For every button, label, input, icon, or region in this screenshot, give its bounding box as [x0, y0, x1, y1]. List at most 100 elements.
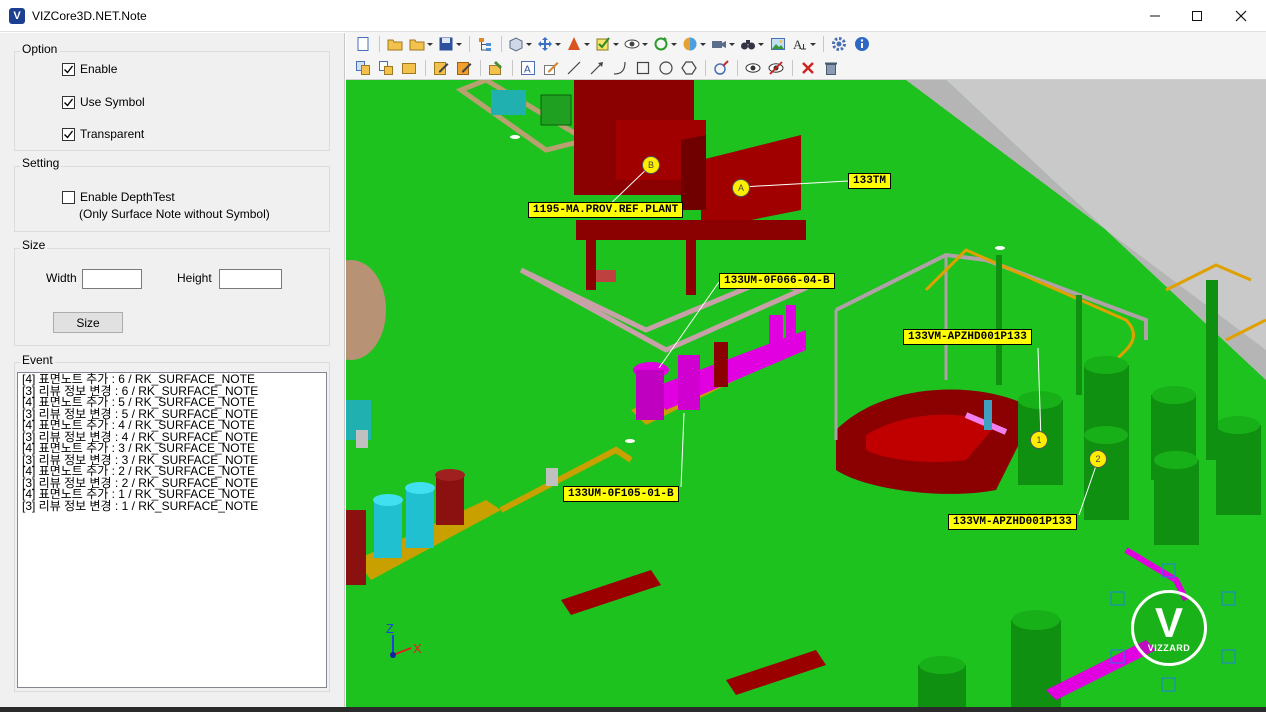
enable-checkbox-row[interactable]: Enable	[62, 62, 117, 76]
toolbar: A A	[346, 32, 1266, 80]
depth-test-checkbox[interactable]	[62, 190, 75, 204]
height-input[interactable]	[219, 269, 282, 289]
box-select-icon	[509, 37, 532, 52]
text-note-button[interactable]: A	[517, 58, 539, 78]
rotate-button[interactable]	[651, 34, 679, 54]
note-symbol-marker[interactable]: 2	[1089, 450, 1107, 468]
line-button[interactable]	[563, 58, 585, 78]
edit-note-2-button[interactable]	[453, 58, 475, 78]
show-notes-button[interactable]	[742, 58, 764, 78]
surface-note-label[interactable]: 133VM-APZHD001P133	[948, 514, 1077, 530]
use-symbol-checkbox-row[interactable]: Use Symbol	[62, 95, 145, 109]
clear-style-button[interactable]	[710, 58, 732, 78]
3d-viewport[interactable]: 1195-MA.PROV.REF.PLANT 133TM 133UM-0F066…	[346, 80, 1266, 707]
toolbar-row-2: A	[352, 57, 843, 79]
text-tool-icon: A	[793, 37, 816, 52]
copy-button[interactable]	[352, 58, 374, 78]
color-icon	[568, 37, 590, 50]
checkmark-icon	[64, 130, 74, 139]
eye-icon	[624, 39, 648, 49]
box-select-button[interactable]	[506, 34, 534, 54]
toolbar-row-1: A	[352, 33, 874, 55]
app-logo-icon: V	[9, 8, 25, 24]
paste-button[interactable]	[375, 58, 397, 78]
open-dropdown-button[interactable]	[407, 34, 435, 54]
save-icon	[439, 37, 462, 51]
camera-button[interactable]	[709, 34, 737, 54]
move-button[interactable]	[535, 34, 563, 54]
rectangle-button[interactable]	[632, 58, 654, 78]
color-button[interactable]	[564, 34, 592, 54]
binoculars-button[interactable]	[738, 34, 766, 54]
arc-button[interactable]	[609, 58, 631, 78]
title-bar: V VIZCore3D.NET.Note	[0, 0, 1266, 32]
paste-icon	[379, 61, 393, 75]
toolbar-separator	[737, 60, 738, 76]
check-icon	[596, 37, 619, 51]
check-button[interactable]	[593, 34, 621, 54]
checkmark-icon	[64, 65, 74, 74]
transparent-checkbox-row[interactable]: Transparent	[62, 127, 144, 141]
svg-text:A: A	[524, 65, 531, 76]
width-label: Width	[46, 271, 77, 285]
save-button[interactable]	[436, 34, 464, 54]
surface-note-label[interactable]: 133UM-0F105-01-B	[563, 486, 679, 502]
move-icon	[538, 37, 561, 51]
new-file-button[interactable]	[352, 34, 374, 54]
depth-test-checkbox-row[interactable]: Enable DepthTest	[62, 190, 175, 204]
close-icon	[1235, 10, 1247, 22]
text-note-icon: A	[521, 61, 535, 76]
box-button[interactable]	[398, 58, 420, 78]
arrow-button[interactable]	[586, 58, 608, 78]
trash-button[interactable]	[820, 58, 842, 78]
copy-icon	[356, 61, 370, 75]
svg-text:A: A	[793, 37, 803, 52]
text-tool-button[interactable]: A	[790, 34, 818, 54]
event-log-list[interactable]: [4] 표면노트 추가 : 6 / RK_SURFACE_NOTE [3] 리뷰…	[17, 372, 327, 688]
enable-checkbox[interactable]	[62, 62, 75, 76]
model-tree-button[interactable]	[474, 34, 496, 54]
option-group-title: Option	[20, 42, 60, 56]
gear-icon	[832, 37, 846, 51]
toolbar-separator	[469, 36, 470, 52]
stamp-button[interactable]	[485, 58, 507, 78]
minimize-button[interactable]	[1132, 0, 1178, 32]
pencil-button[interactable]	[540, 58, 562, 78]
note-symbol-marker[interactable]: 1	[1030, 431, 1048, 449]
info-button[interactable]	[851, 34, 873, 54]
toolbar-separator	[823, 36, 824, 52]
note-symbol-marker[interactable]: B	[642, 156, 660, 174]
transparent-checkbox[interactable]	[62, 127, 75, 141]
surface-note-label[interactable]: 133UM-0F066-04-B	[719, 273, 835, 289]
clear-style-icon	[714, 60, 729, 75]
picture-button[interactable]	[767, 34, 789, 54]
note-symbol-marker[interactable]: A	[732, 179, 750, 197]
surface-note-label[interactable]: 133TM	[848, 173, 892, 189]
taskbar-edge	[0, 707, 1266, 712]
surface-note-label[interactable]: 133VM-APZHD001P133	[903, 329, 1032, 345]
width-input[interactable]	[82, 269, 142, 289]
use-symbol-checkbox[interactable]	[62, 95, 75, 109]
view-button[interactable]	[622, 34, 650, 54]
vizzard-logo-letter: V	[1154, 599, 1183, 646]
arc-icon	[613, 61, 626, 75]
surface-note-label[interactable]: 1195-MA.PROV.REF.PLANT	[528, 202, 684, 218]
settings-button[interactable]	[828, 34, 850, 54]
window-title: VIZCore3D.NET.Note	[32, 9, 147, 23]
open-folder-button[interactable]	[384, 34, 406, 54]
checkmark-icon	[64, 98, 74, 107]
circle-button[interactable]	[655, 58, 677, 78]
rectangle-icon	[636, 61, 650, 75]
size-button[interactable]: Size	[53, 312, 123, 333]
delete-button[interactable]	[797, 58, 819, 78]
polygon-button[interactable]	[678, 58, 700, 78]
close-button[interactable]	[1218, 0, 1264, 32]
maximize-button[interactable]	[1174, 0, 1220, 32]
toolbar-separator	[705, 60, 706, 76]
info-icon	[855, 37, 869, 51]
edit-note-button[interactable]	[430, 58, 452, 78]
enable-label: Enable	[80, 62, 118, 76]
line-icon	[567, 61, 581, 75]
sphere-button[interactable]	[680, 34, 708, 54]
hide-notes-button[interactable]	[765, 58, 787, 78]
